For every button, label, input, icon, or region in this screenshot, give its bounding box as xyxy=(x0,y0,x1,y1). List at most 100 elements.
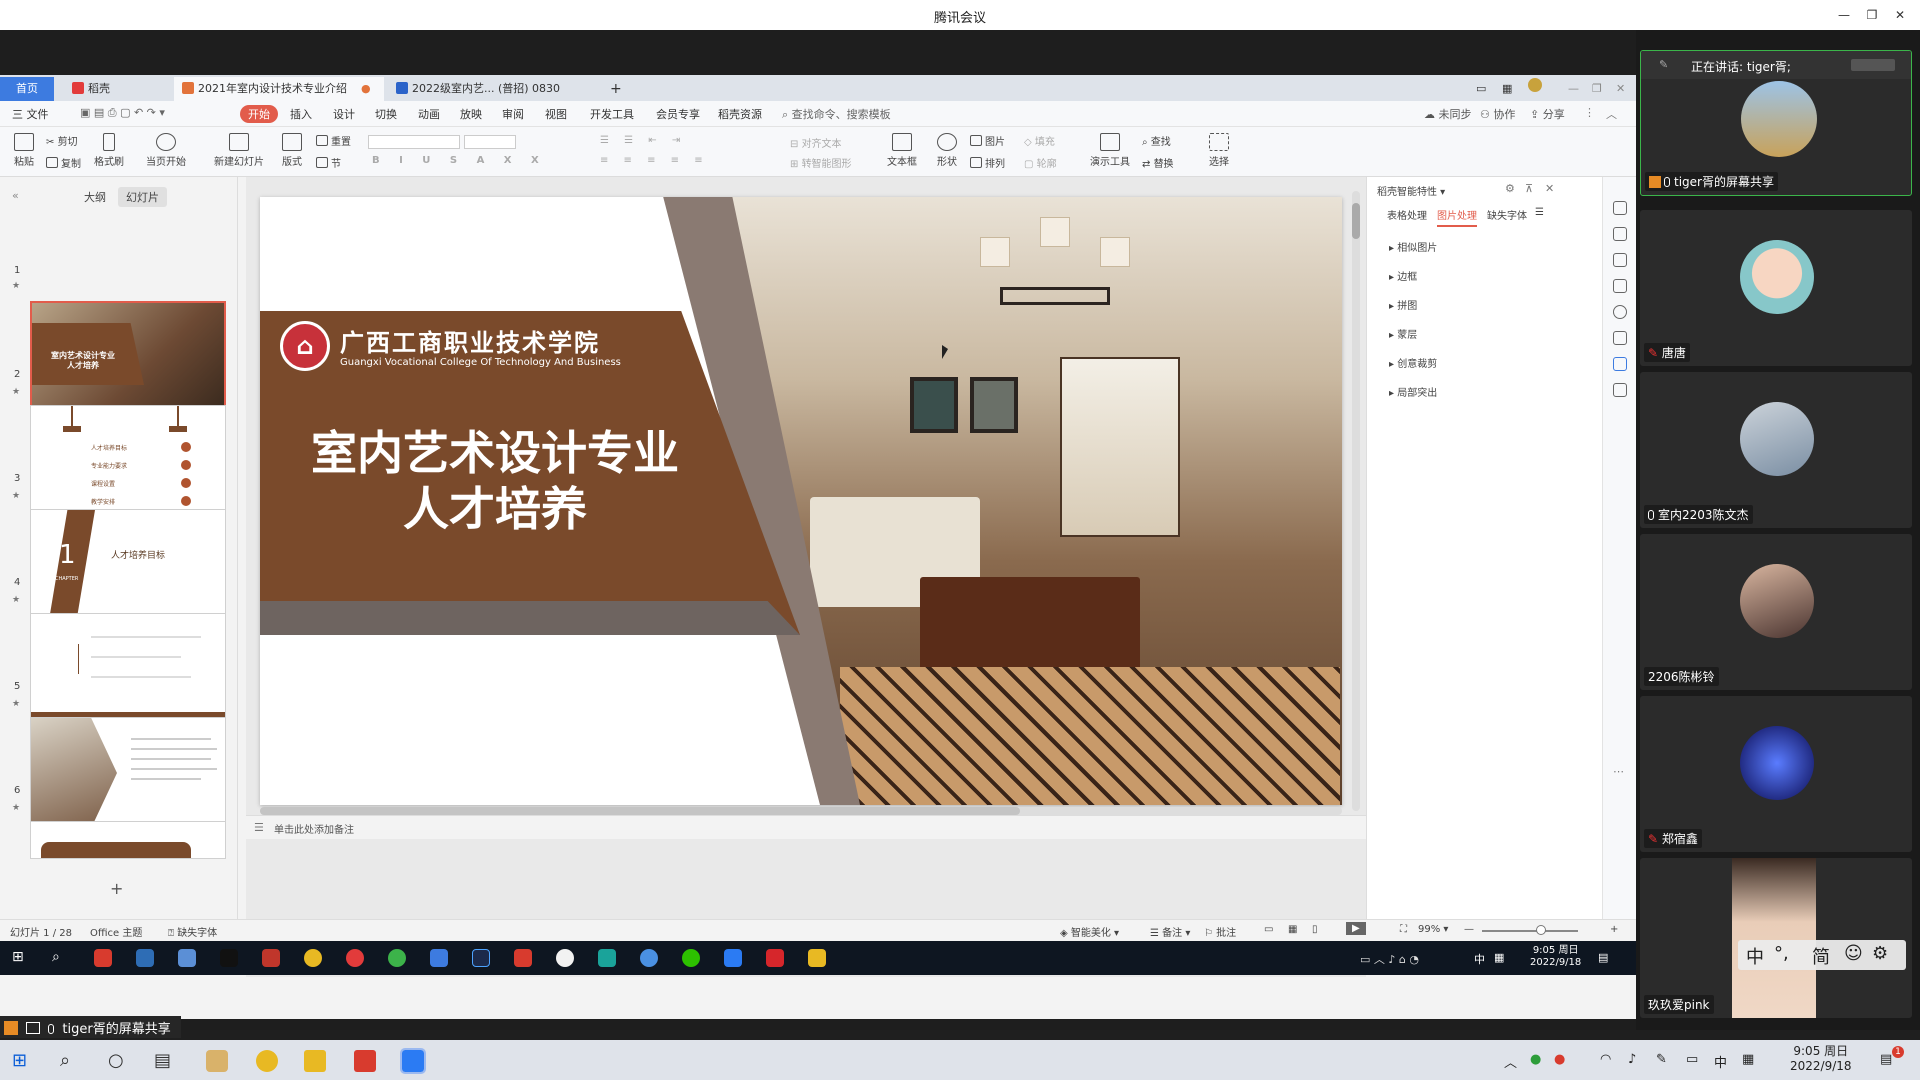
keyboard-icon[interactable]: ▭ xyxy=(1686,1052,1698,1067)
pin-icon[interactable]: ⊼ xyxy=(1525,182,1533,195)
windows-start-icon[interactable]: ⊞ xyxy=(12,949,30,967)
collapse-ribbon-icon[interactable]: ︿ xyxy=(1606,106,1617,122)
zoom-slider-handle[interactable] xyxy=(1536,925,1546,935)
ime-simplified[interactable]: 简 xyxy=(1812,943,1830,969)
cortana-icon[interactable]: ○ xyxy=(108,1050,130,1072)
more-icon[interactable]: ⋯ xyxy=(1613,765,1624,778)
feature-local-highlight[interactable]: ▸ 局部突出 xyxy=(1389,384,1437,399)
emoji-icon[interactable]: ☺ xyxy=(1844,943,1863,964)
layout-icon[interactable]: ▭ xyxy=(1468,77,1488,101)
tab-missing-fonts[interactable]: 缺失字体 xyxy=(1487,207,1527,222)
picture-button[interactable]: 图片 xyxy=(970,133,1005,148)
ime-toolbar[interactable]: 中 °, 简 ☺ ⚙ xyxy=(1738,940,1906,970)
ime-mode[interactable]: 中 xyxy=(1746,943,1764,969)
tray-app-icon[interactable]: ● xyxy=(1554,1052,1565,1067)
feature-border[interactable]: ▸ 边框 xyxy=(1389,268,1417,283)
shape-button[interactable]: 形状 xyxy=(932,133,962,168)
volume-icon[interactable]: ♪ xyxy=(1628,1052,1636,1067)
slide-thumbnail-1[interactable]: 室内艺术设计专业 人才培养 xyxy=(30,301,226,411)
tab-outline[interactable]: 大纲 xyxy=(76,187,114,207)
vertical-scrollbar[interactable] xyxy=(1352,191,1360,811)
tab-current-document[interactable]: 2021年室内设计技术专业介绍 ● xyxy=(174,77,384,101)
wifi-icon[interactable]: ◠ xyxy=(1600,1052,1611,1067)
quick-access-icons[interactable]: ▣ ▤ ⎙ ▢ ↶ ↷ ▾ xyxy=(80,106,165,120)
tray-app-icon[interactable]: ● xyxy=(1530,1052,1541,1067)
folder-icon[interactable] xyxy=(808,949,826,967)
smart-graphic-button[interactable]: ⊞ 转智能图形 xyxy=(790,155,852,170)
main-slide[interactable]: ⌂ 广西工商职业技术学院 Guangxi Vocational College … xyxy=(260,197,1342,805)
menu-slideshow[interactable]: 放映 xyxy=(460,106,482,122)
replace-button[interactable]: ⇄ 替换 xyxy=(1142,155,1174,170)
restore-icon[interactable]: ❐ xyxy=(1584,77,1604,101)
missing-font-button[interactable]: ⍰ 缺失字体 xyxy=(168,924,217,939)
notes-bar[interactable]: ☰ 单击此处添加备注 xyxy=(246,815,1376,839)
zoom-slider[interactable] xyxy=(1482,930,1578,932)
participant-tile[interactable]: 玖玖爱pink xyxy=(1640,858,1912,1018)
menu-developer[interactable]: 开发工具 xyxy=(590,106,634,122)
slide-thumbnail-6[interactable] xyxy=(30,821,226,859)
adjust-icon[interactable] xyxy=(1613,227,1627,241)
search-command[interactable]: ⌕ 查找命令、搜索模板 xyxy=(782,106,891,122)
new-slide-button[interactable]: 新建幻灯片 xyxy=(210,133,268,168)
app-icon[interactable] xyxy=(556,949,574,967)
task-view-icon[interactable]: ▤ xyxy=(154,1050,176,1072)
wps-icon[interactable] xyxy=(354,1050,376,1072)
tencent-meeting-icon[interactable] xyxy=(400,1048,426,1074)
remote-ime[interactable]: 中 xyxy=(1474,951,1485,967)
cut-button[interactable]: ✂ 剪切 xyxy=(46,133,78,148)
participant-tile[interactable]: 2206陈彬铃 xyxy=(1640,534,1912,690)
copy-button[interactable]: 复制 xyxy=(46,155,81,170)
font-name-select[interactable] xyxy=(368,135,460,149)
sync-status[interactable]: ☁ 未同步 xyxy=(1424,106,1472,122)
slide-thumbnail-4[interactable] xyxy=(30,613,226,723)
add-tab-button[interactable]: + xyxy=(602,77,626,101)
slide-thumbnail-5[interactable] xyxy=(30,717,226,827)
calendar-icon[interactable]: ▦ xyxy=(1494,951,1504,964)
share-button[interactable]: ⇪ 分享 xyxy=(1530,106,1565,122)
menu-insert[interactable]: 插入 xyxy=(290,106,312,122)
slide-thumbnail-2[interactable]: 人才培养目标 专业能力要求 课程设置 教学安排 xyxy=(30,405,226,515)
tab-home[interactable]: 首页 xyxy=(0,77,54,101)
close-icon[interactable]: ✕ xyxy=(1545,182,1554,195)
app-icon[interactable] xyxy=(136,949,154,967)
section-button[interactable]: 节 xyxy=(316,155,341,170)
menu-file[interactable]: 三 文件 xyxy=(12,106,49,122)
font-size-select[interactable] xyxy=(464,135,516,149)
format-painter-button[interactable]: 格式刷 xyxy=(92,133,126,168)
play-from-current-button[interactable]: 当页开始 xyxy=(142,133,190,168)
menu-review[interactable]: 审阅 xyxy=(502,106,524,122)
reset-button[interactable]: 重置 xyxy=(316,133,351,148)
tab-second-document[interactable]: 2022级室内艺... (普招) 0830 xyxy=(388,77,588,101)
box-icon[interactable] xyxy=(1613,383,1627,397)
layout-button[interactable]: 版式 xyxy=(278,133,306,168)
image-icon[interactable] xyxy=(1613,331,1627,345)
fill-button[interactable]: ◇ 填充 xyxy=(1024,133,1055,148)
tray-icons[interactable]: ▭ ︿ ♪ ⌂ ◔ xyxy=(1360,951,1419,967)
menu-view[interactable]: 视图 xyxy=(545,106,567,122)
host-clock[interactable]: 9:05 周日 2022/9/18 xyxy=(1790,1044,1852,1074)
design-icon[interactable] xyxy=(1613,201,1627,215)
menu-animation[interactable]: 动画 xyxy=(418,106,440,122)
tab-docer[interactable]: 稻壳 xyxy=(64,77,174,101)
settings-icon[interactable]: ⚙ xyxy=(1872,943,1888,964)
menu-transition[interactable]: 切换 xyxy=(375,106,397,122)
wechat-icon[interactable] xyxy=(682,949,700,967)
participant-tile[interactable]: ✎ 唐唐 xyxy=(1640,210,1912,366)
app-icon[interactable] xyxy=(766,949,784,967)
tab-table-processing[interactable]: 表格处理 xyxy=(1387,207,1427,222)
chrome-icon[interactable] xyxy=(304,949,322,967)
notification-icon[interactable]: ▤ xyxy=(1598,951,1608,964)
notes-toggle[interactable]: ☰ 备注 ▾ xyxy=(1150,924,1190,939)
host-ime[interactable]: 中 xyxy=(1714,1052,1727,1071)
participant-tile[interactable]: ✎ 正在讲话: tiger胥; tiger胥的屏幕共享 xyxy=(1640,50,1912,196)
arrange-button[interactable]: 排列 xyxy=(970,155,1005,170)
horizontal-scrollbar[interactable] xyxy=(260,807,1342,815)
textbox-button[interactable]: 文本框 xyxy=(884,133,920,168)
app-icon[interactable] xyxy=(346,949,364,967)
add-slide-button[interactable]: + xyxy=(110,879,123,898)
windows-start-icon[interactable]: ⊞ xyxy=(12,1050,34,1072)
app-icon[interactable] xyxy=(220,949,238,967)
feature-collage[interactable]: ▸ 拼图 xyxy=(1389,297,1417,312)
search-icon[interactable]: ⌕ xyxy=(52,949,70,967)
paragraph-icons[interactable]: ☰ ☰ ⇤ ⇥ xyxy=(600,135,686,146)
